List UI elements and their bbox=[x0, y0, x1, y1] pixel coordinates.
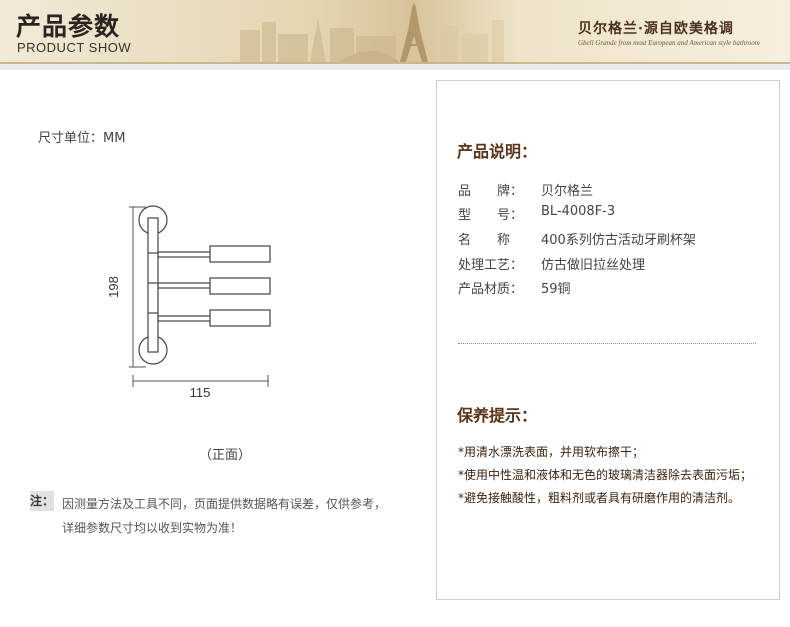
spec-title: 产品说明： bbox=[457, 142, 538, 161]
width-dimension-label: 115 bbox=[190, 385, 211, 400]
spec-value: BL-4008F-3 bbox=[541, 204, 616, 219]
brand-tagline: Gbell Grande from most European and Amer… bbox=[578, 39, 760, 47]
spec-value: 仿古做旧拉丝处理 bbox=[541, 258, 646, 273]
page-header: 产品参数 PRODUCT SHOW 贝尔格兰·源自欧美格调 Gbell Gran… bbox=[0, 0, 790, 62]
height-dimension-label: 198 bbox=[106, 276, 121, 298]
note-tag: 注： bbox=[30, 491, 54, 511]
holder-1 bbox=[209, 245, 271, 263]
section-divider bbox=[458, 343, 756, 344]
care-tip-1: *用清水漂洗表面，并用软布擦干； bbox=[458, 445, 645, 459]
arm-2 bbox=[157, 282, 213, 289]
arm-1 bbox=[157, 251, 213, 258]
spec-label: 名 称 bbox=[458, 233, 511, 248]
note-text: 因测量方法及工具不同，页面提供数据略有误差，仅供参考， 详细参数尺寸均以收到实物… bbox=[62, 492, 422, 540]
care-tip-2: *使用中性温和液体和无色的玻璃清洁器除去表面污垢； bbox=[458, 468, 753, 482]
note-line-1: 因测量方法及工具不同，页面提供数据略有误差，仅供参考， bbox=[62, 497, 387, 511]
vertical-post bbox=[147, 217, 159, 353]
holder-2 bbox=[209, 277, 271, 295]
spec-value: 400系列仿古活动牙刷杯架 bbox=[541, 233, 696, 248]
care-title: 保养提示： bbox=[457, 406, 538, 425]
arm-3 bbox=[157, 315, 213, 322]
view-label: （正面） bbox=[199, 448, 252, 463]
spec-label: 型 号： bbox=[458, 208, 524, 223]
note-line-2: 详细参数尺寸均以收到实物为准！ bbox=[62, 521, 243, 535]
care-tip-3: *避免接触酸性，粗料剂或者具有研磨作用的清洁剂。 bbox=[458, 491, 741, 505]
header-title: 产品参数 bbox=[16, 12, 121, 41]
spec-value: 贝尔格兰 bbox=[541, 184, 594, 199]
holder-3 bbox=[209, 309, 271, 327]
spec-value: 59铜 bbox=[541, 282, 571, 297]
brand-slogan: 贝尔格兰·源自欧美格调 bbox=[578, 21, 734, 37]
grey-band bbox=[0, 64, 790, 70]
header-subtitle: PRODUCT SHOW bbox=[17, 40, 132, 55]
spec-label: 产品材质： bbox=[458, 282, 524, 297]
unit-label: 尺寸单位：MM bbox=[38, 131, 126, 146]
spec-label: 品 牌： bbox=[458, 184, 524, 199]
spec-label: 处理工艺： bbox=[458, 258, 524, 273]
product-dimension-drawing: 198 115 bbox=[106, 205, 271, 400]
